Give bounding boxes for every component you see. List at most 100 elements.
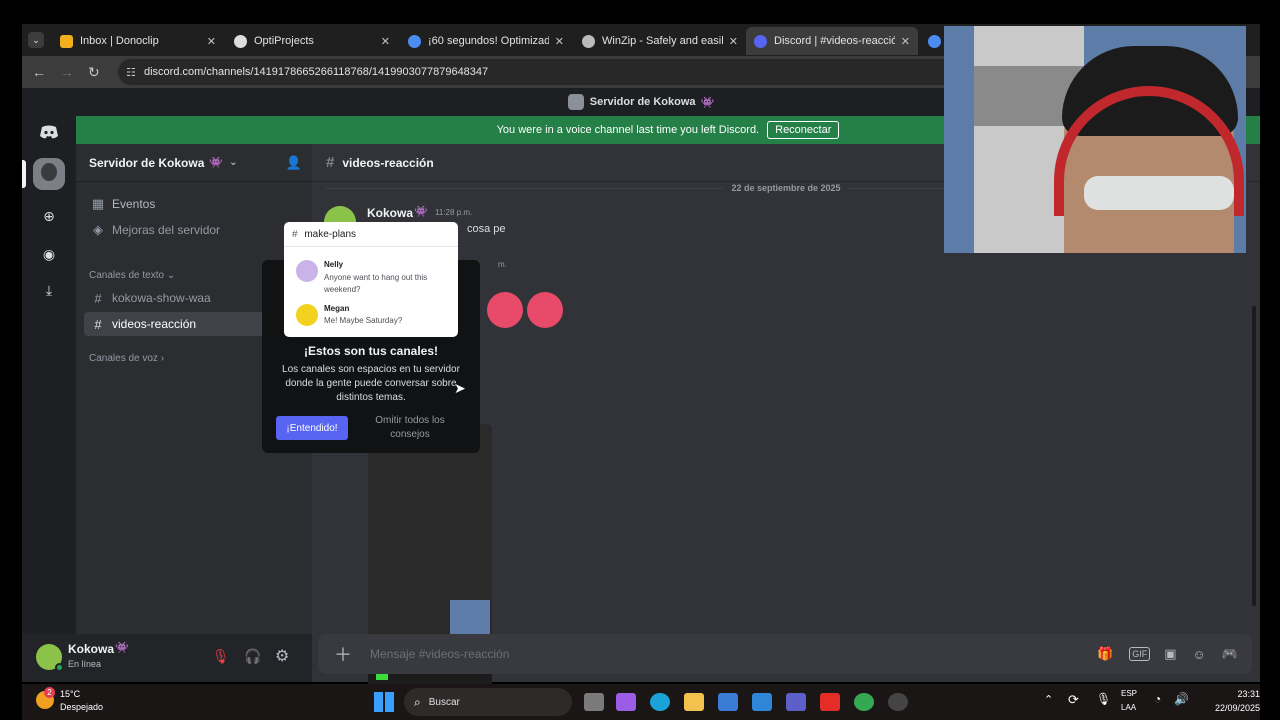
file-explorer-icon[interactable] xyxy=(584,693,604,711)
online-status-dot xyxy=(55,663,64,672)
close-tab-icon[interactable]: ✕ xyxy=(729,35,738,48)
server-avatar xyxy=(567,94,584,110)
emoji-icon[interactable]: ☺ xyxy=(1193,647,1206,662)
weather-desc: Despejado xyxy=(60,702,104,712)
youtube-icon[interactable] xyxy=(820,693,840,711)
discord-favicon-icon xyxy=(754,34,767,48)
sidebar-item-mejoras[interactable]: ◈ Mejoras del servidor xyxy=(84,218,304,242)
mail-icon[interactable] xyxy=(752,693,772,711)
chevron-down-icon: ⌄ xyxy=(229,157,238,168)
close-tab-icon[interactable]: ✕ xyxy=(381,35,390,48)
invite-people-icon[interactable]: 👤 xyxy=(286,155,302,171)
chrome-favicon-icon xyxy=(928,34,941,48)
reconnect-button[interactable]: Reconectar xyxy=(767,121,840,139)
popup-body: Los canales son espacios en tu servidor … xyxy=(282,364,460,403)
voice-channels-category[interactable]: Canales de voz › xyxy=(89,353,164,364)
message-author[interactable]: Kokowa xyxy=(367,206,413,220)
download-icon[interactable]: ⤓ xyxy=(33,274,65,306)
sticker-icon[interactable]: ▣ xyxy=(1164,646,1176,662)
chrome-icon[interactable] xyxy=(854,693,874,711)
mouse-cursor-icon: ➤ xyxy=(454,380,466,396)
folder-icon[interactable] xyxy=(684,693,704,711)
sidebar-item-eventos[interactable]: ▦ Eventos xyxy=(84,192,304,216)
gift-icon[interactable]: 🎁 xyxy=(1097,646,1113,662)
tab-winzip[interactable]: WinZip - Safely and easily o ✕ xyxy=(574,27,746,55)
skip-tips-button[interactable]: Omitir todos los consejos xyxy=(366,414,454,442)
apps-icon[interactable]: 🎮 xyxy=(1222,646,1238,662)
back-arrow-icon[interactable]: ← xyxy=(32,64,46,80)
discover-compass-icon[interactable]: ◉ xyxy=(33,238,65,270)
server-kokowa-icon[interactable] xyxy=(33,158,65,190)
windows-start-icon[interactable] xyxy=(374,692,394,712)
message-composer[interactable]: ＋ Mensaje #videos-reacción 🎁 GIF ▣ ☺ 🎮 xyxy=(318,634,1252,674)
message-input[interactable]: Mensaje #videos-reacción xyxy=(370,647,1097,661)
reload-icon[interactable]: ↻ xyxy=(88,64,100,81)
windows-taskbar: 2 15°C Despejado ⌕ Buscar ⌃ ⟳ 🎙 ESP LAA … xyxy=(22,684,1260,720)
server-header[interactable]: Servidor de Kokowa 👾 ⌄ 👤 xyxy=(76,144,312,182)
discord-home-icon[interactable] xyxy=(33,116,65,148)
edge-icon[interactable] xyxy=(650,693,670,711)
clock-date[interactable]: 22/09/2025 xyxy=(1202,703,1260,713)
show-hidden-icons-icon[interactable]: ⌃ xyxy=(1044,693,1053,706)
taskbar-search[interactable]: ⌕ Buscar xyxy=(404,688,572,716)
headphones-icon[interactable]: 🎧 xyxy=(244,648,261,665)
devil-emoji-icon xyxy=(527,292,563,328)
site-settings-icon[interactable]: ☷ xyxy=(126,66,136,79)
search-icon: ⌕ xyxy=(414,694,421,709)
close-tab-icon[interactable]: ✕ xyxy=(901,35,910,48)
tab-optiprojects[interactable]: OptiProjects ✕ xyxy=(226,27,398,55)
hashtag-icon: # xyxy=(292,229,298,240)
clock-time[interactable]: 23:31 xyxy=(1212,689,1260,699)
calendar-icon: ▦ xyxy=(91,196,105,211)
add-server-icon[interactable]: ⊕ xyxy=(33,200,65,232)
tab-inbox[interactable]: Inbox | Donoclip ✕ xyxy=(52,27,224,55)
tab-discord[interactable]: Discord | #videos-reacción | ✕ xyxy=(746,27,918,55)
teams-icon[interactable] xyxy=(786,693,806,711)
gif-icon[interactable]: GIF xyxy=(1129,647,1151,661)
close-tab-icon[interactable]: ✕ xyxy=(207,35,216,48)
text-channels-category[interactable]: Canales de texto ⌄ xyxy=(89,270,175,281)
message-time: 11:28 p.m. xyxy=(435,208,473,217)
gremlin-emoji-icon: 👾 xyxy=(209,157,224,169)
language-code[interactable]: ESP xyxy=(1121,689,1137,698)
hashtag-icon: # xyxy=(94,316,102,332)
url-text: discord.com/channels/1419178665266118768… xyxy=(144,66,489,78)
screen: ⌄ Inbox | Donoclip ✕ OptiProjects ✕ ¡60 … xyxy=(0,0,1280,720)
chevron-right-icon: › xyxy=(160,353,165,364)
entendido-button[interactable]: ¡Entendido! xyxy=(276,416,348,440)
gremlin-emoji-icon: 👾 xyxy=(115,642,129,654)
store-icon[interactable] xyxy=(718,693,738,711)
preview-author: Nelly xyxy=(324,260,344,269)
scrollbar[interactable] xyxy=(1252,306,1256,606)
devil-emoji-icon xyxy=(487,292,523,328)
gear-icon[interactable]: ⚙ xyxy=(275,646,289,666)
tab-60-segundos[interactable]: ¡60 segundos! Optimizado ✕ xyxy=(400,27,572,55)
avatar xyxy=(296,260,318,282)
wifi-icon[interactable]: ◔ xyxy=(1154,692,1161,706)
copilot-icon[interactable] xyxy=(616,693,636,711)
microphone-icon[interactable]: 🎙 xyxy=(1096,692,1111,706)
notification-badge: 2 xyxy=(44,687,55,698)
username: Kokowa xyxy=(68,642,115,656)
close-tab-icon[interactable]: ✕ xyxy=(555,35,564,48)
chevron-down-icon: ⌄ xyxy=(166,270,176,281)
user-status: En línea xyxy=(68,659,102,669)
app-icon[interactable] xyxy=(888,693,908,711)
muted-mic-icon[interactable]: 🎙 xyxy=(212,648,230,665)
volume-icon[interactable]: 🔊 xyxy=(1174,692,1189,706)
language-variant[interactable]: LAA xyxy=(1121,703,1136,712)
gremlin-emoji-icon: 👾 xyxy=(700,96,715,109)
address-bar[interactable]: ☷ discord.com/channels/14191786652661187… xyxy=(118,59,998,85)
message-text: cosa pe xyxy=(467,223,506,235)
tab-search-chevron-icon[interactable]: ⌄ xyxy=(28,32,44,48)
server-rail: ⊕ ◉ ⤓ xyxy=(22,116,76,682)
add-attachment-icon[interactable]: ＋ xyxy=(332,641,354,667)
message-time: m. xyxy=(498,260,507,269)
globe-favicon-icon xyxy=(582,34,595,48)
avatar xyxy=(296,304,318,326)
optiprojects-favicon-icon xyxy=(234,34,247,48)
sync-icon[interactable]: ⟳ xyxy=(1068,692,1079,708)
forward-arrow-icon[interactable]: → xyxy=(60,64,74,80)
donoclip-favicon-icon xyxy=(60,34,73,48)
channel-preview-card: # make-plans Nelly Anyone want to hang o… xyxy=(284,222,458,337)
